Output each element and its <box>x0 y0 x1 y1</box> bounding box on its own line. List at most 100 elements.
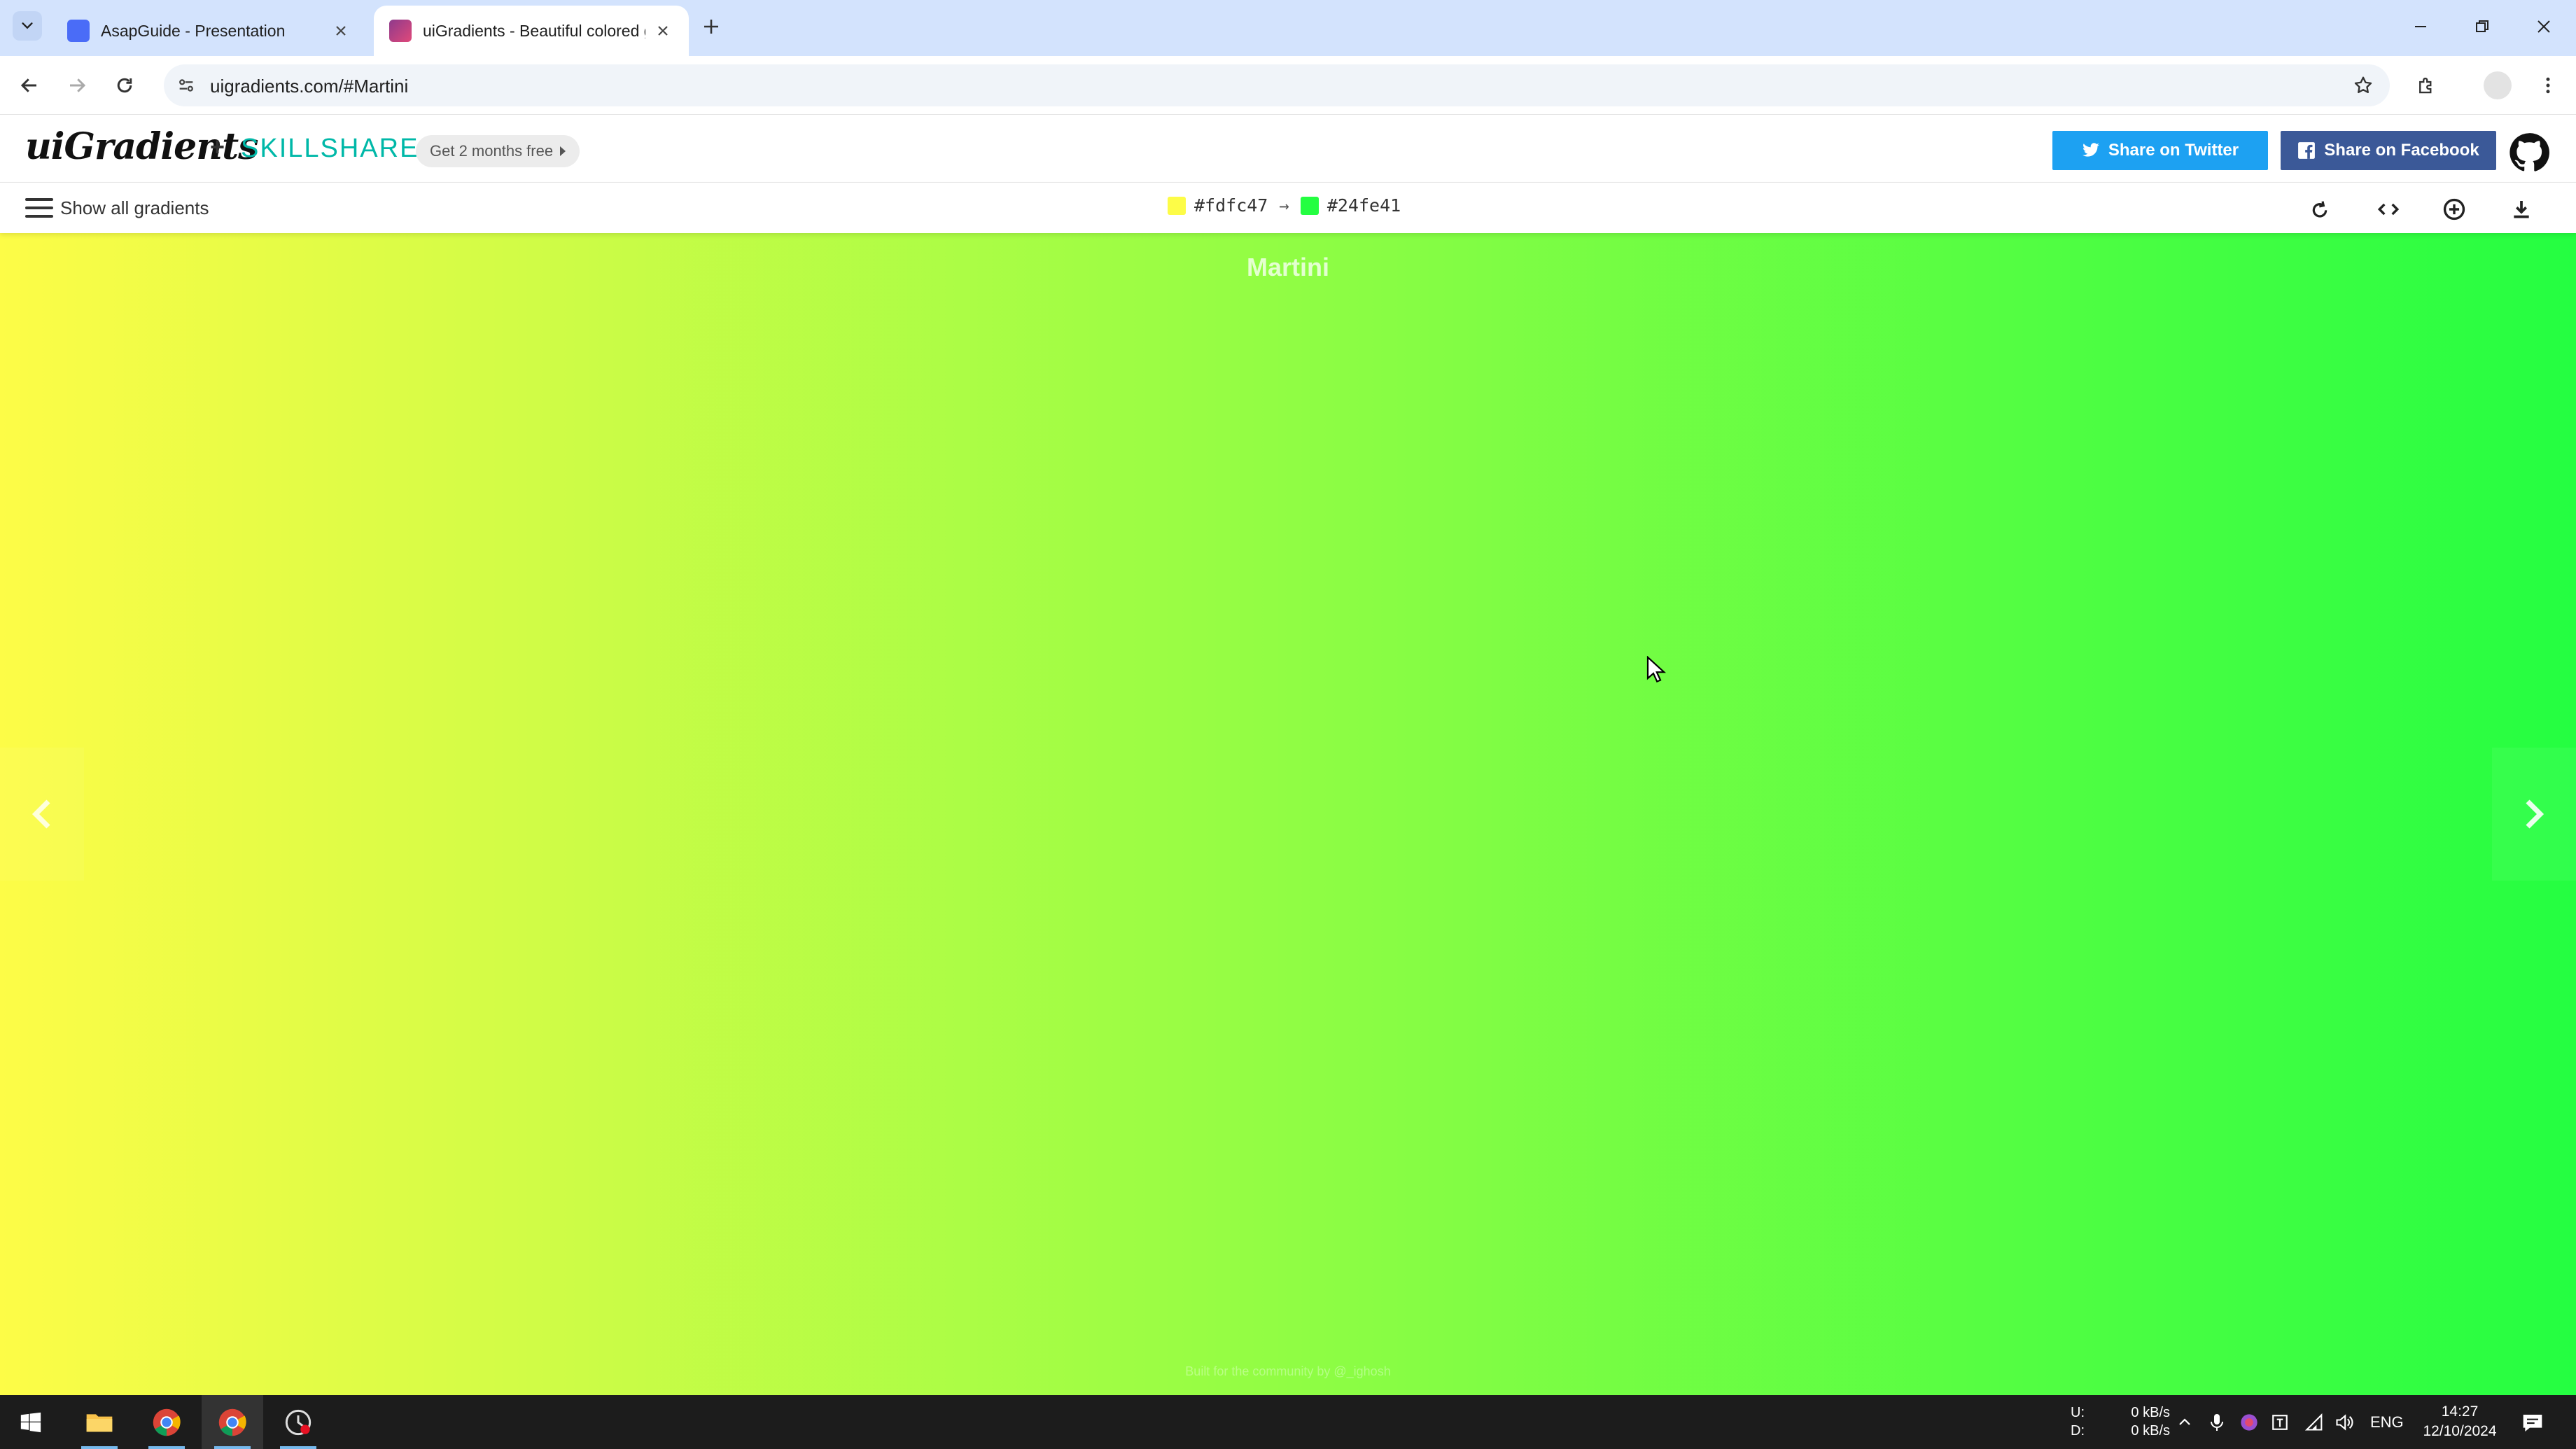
profile-avatar[interactable] <box>2484 71 2512 99</box>
tab-uigradients[interactable]: uiGradients - Beautiful colored gradient… <box>374 6 689 56</box>
browser-tab-strip: AsapGuide - Presentation uiGradients - B… <box>0 0 2576 56</box>
forward-button[interactable] <box>60 69 94 102</box>
clock-date: 12/10/2024 <box>2423 1423 2497 1439</box>
keyboard-layout-icon <box>2272 1415 2288 1430</box>
language-indicator[interactable]: ENG <box>2370 1413 2404 1432</box>
add-gradient-button[interactable] <box>2439 194 2470 225</box>
download-gradient-button[interactable] <box>2506 194 2537 225</box>
speaker-icon <box>2336 1414 2353 1431</box>
github-icon[interactable] <box>2509 132 2549 173</box>
color-swatch-to <box>1300 196 1319 215</box>
back-button[interactable] <box>13 69 46 102</box>
new-tab-button[interactable] <box>699 14 724 39</box>
tab-title: uiGradients - Beautiful colored gradient… <box>423 21 645 40</box>
volume-tray[interactable] <box>2332 1410 2356 1434</box>
notification-icon <box>2523 1415 2542 1432</box>
minimize-button[interactable] <box>2407 13 2435 41</box>
rotate-gradient-button[interactable] <box>2304 194 2335 225</box>
site-header: uiGradients + SKILLSHARE Get 2 months fr… <box>0 115 2576 183</box>
chrome-icon <box>218 1408 246 1436</box>
address-bar[interactable]: uigradients.com/#Martini <box>164 64 2390 106</box>
minimize-icon <box>2415 26 2426 27</box>
color-to-code[interactable]: #24fe41 <box>1327 195 1401 216</box>
close-icon <box>2538 20 2550 33</box>
circle-app-icon <box>2241 1414 2258 1431</box>
chevron-down-icon <box>22 22 33 29</box>
extensions-button[interactable] <box>2409 69 2443 102</box>
get-css-code-button[interactable] <box>2373 194 2404 225</box>
more-vertical-icon <box>2546 77 2550 94</box>
footer-credit: Built for the community by @_ighosh <box>1185 1364 1391 1378</box>
input-tray-icon[interactable] <box>2268 1410 2292 1434</box>
show-all-gradients-button[interactable]: Show all gradients <box>25 194 209 222</box>
arrow-left-icon <box>20 78 36 92</box>
network-tray[interactable] <box>2303 1410 2327 1434</box>
taskbar-clock[interactable]: 14:27 12/10/2024 <box>2418 1402 2502 1441</box>
app-tray-icon[interactable] <box>2237 1410 2261 1434</box>
mouse-cursor-icon <box>1646 656 1666 683</box>
url-text: uigradients.com/#Martini <box>210 76 409 97</box>
caret-right-icon <box>560 146 566 156</box>
skillshare-logo[interactable]: SKILLSHARE <box>241 134 419 164</box>
folder-icon <box>86 1413 113 1432</box>
browser-menu-button[interactable] <box>2531 69 2565 102</box>
wifi-icon <box>2305 1413 2323 1431</box>
chevron-right-icon <box>2526 799 2544 829</box>
notification-center-button[interactable] <box>2519 1409 2547 1437</box>
net-up-label: U: <box>2071 1405 2085 1420</box>
plus-sign: + <box>210 132 225 161</box>
windows-logo-icon <box>20 1412 41 1432</box>
hamburger-menu-icon <box>25 198 53 218</box>
net-down-label: D: <box>2071 1423 2085 1438</box>
tab-search-button[interactable] <box>13 11 42 41</box>
code-icon <box>2377 203 2400 216</box>
reload-icon <box>117 78 132 93</box>
close-tab-icon[interactable] <box>330 20 351 41</box>
taskbar-recorder[interactable] <box>267 1395 329 1449</box>
net-down-value: 0 kB/s <box>2131 1423 2170 1438</box>
facebook-icon <box>2298 142 2316 159</box>
taskbar-chrome[interactable] <box>136 1395 197 1449</box>
color-swatch-from <box>1168 196 1186 215</box>
microphone-icon <box>2211 1414 2223 1431</box>
recorder-icon <box>285 1409 312 1435</box>
tab-asapguide[interactable]: AsapGuide - Presentation <box>52 6 367 56</box>
uigradients-favicon-icon <box>389 20 412 42</box>
chevron-left-icon <box>31 799 50 829</box>
restore-button[interactable] <box>2468 13 2496 41</box>
next-gradient-button[interactable] <box>2492 748 2576 881</box>
close-window-button[interactable] <box>2530 13 2558 41</box>
previous-gradient-button[interactable] <box>0 748 84 881</box>
bookmark-star-icon[interactable] <box>2351 73 2376 98</box>
net-up-value: 0 kB/s <box>2131 1405 2170 1420</box>
tab-title: AsapGuide - Presentation <box>101 21 286 40</box>
close-tab-icon[interactable] <box>652 20 673 41</box>
taskbar-chrome-active[interactable] <box>202 1395 263 1449</box>
plus-icon <box>704 20 718 34</box>
arrow-right-icon <box>70 78 86 92</box>
promo-badge[interactable]: Get 2 months free <box>416 135 580 167</box>
chevron-up-icon <box>2179 1418 2190 1425</box>
asapguide-favicon-icon <box>67 20 90 42</box>
restore-icon <box>2476 20 2488 32</box>
browser-toolbar: uigradients.com/#Martini <box>0 56 2576 115</box>
share-facebook-button[interactable]: Share on Facebook <box>2281 131 2496 170</box>
puzzle-icon <box>2419 77 2432 94</box>
reload-button[interactable] <box>108 69 141 102</box>
show-hidden-icons-button[interactable] <box>2173 1410 2197 1434</box>
network-speed-values: 0 kB/s 0 kB/s <box>2125 1404 2170 1440</box>
site-info-icon[interactable] <box>174 73 199 98</box>
share-twitter-label: Share on Twitter <box>2108 141 2239 160</box>
gradient-name: Martini <box>1246 253 1329 281</box>
share-facebook-label: Share on Facebook <box>2324 141 2479 160</box>
color-from-code[interactable]: #fdfc47 <box>1194 195 1268 216</box>
rotate-icon <box>2312 201 2328 218</box>
show-all-label: Show all gradients <box>60 197 209 218</box>
arrow-right-icon: → <box>1279 195 1289 216</box>
start-button[interactable] <box>0 1395 62 1449</box>
taskbar-file-explorer[interactable] <box>69 1395 130 1449</box>
windows-taskbar: U: D: 0 kB/s 0 kB/s ENG 14:27 12/10/2024 <box>0 1395 2576 1449</box>
promo-text: Get 2 months free <box>430 142 554 160</box>
microphone-tray[interactable] <box>2205 1410 2229 1434</box>
share-twitter-button[interactable]: Share on Twitter <box>2052 131 2268 170</box>
